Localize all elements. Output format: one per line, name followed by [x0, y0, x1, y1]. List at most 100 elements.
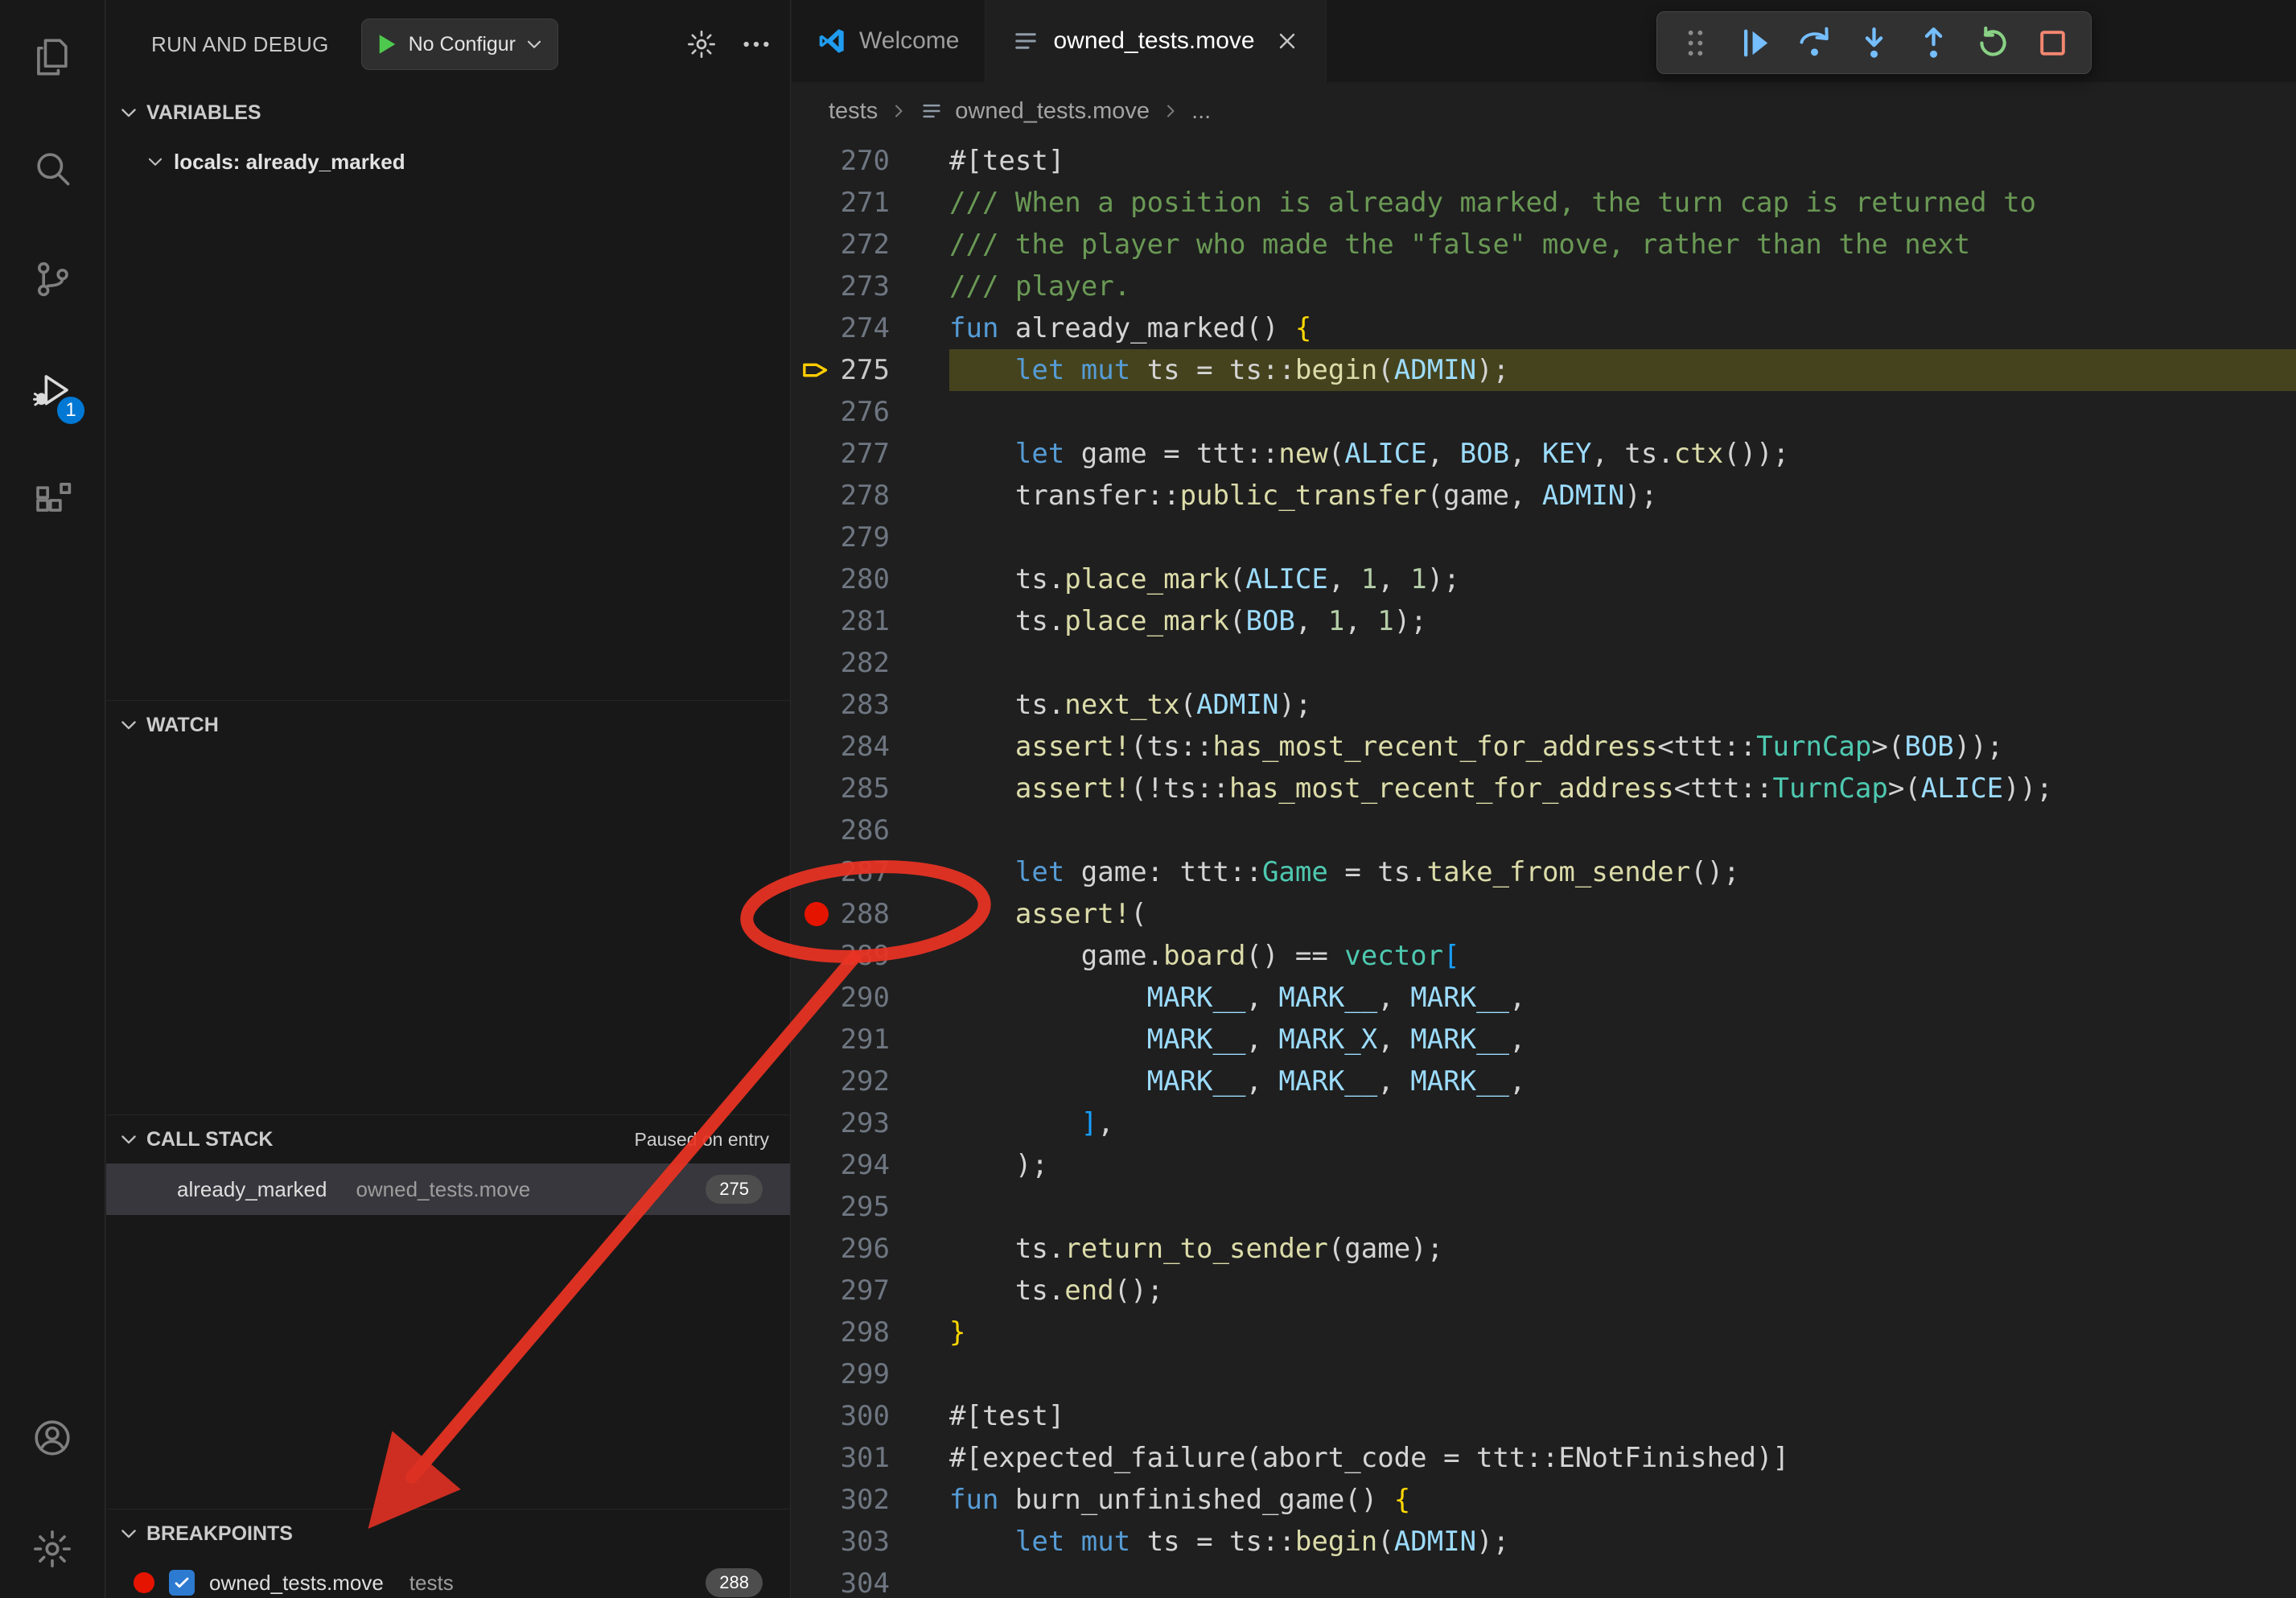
code-text[interactable]: transfer::public_transfer(game, ADMIN); [949, 475, 2296, 517]
code-text[interactable]: fun already_marked() { [949, 307, 2296, 349]
code-text[interactable] [949, 809, 2296, 851]
activity-settings[interactable] [16, 1513, 88, 1585]
gutter[interactable]: 272 [792, 224, 949, 266]
stop-button[interactable] [2034, 24, 2072, 62]
call-stack-section-header[interactable]: CALL STACK Paused on entry [106, 1115, 790, 1163]
gutter[interactable]: 277 [792, 433, 949, 475]
code-text[interactable]: /// player. [949, 266, 2296, 307]
code-text[interactable]: ts.next_tx(ADMIN); [949, 684, 2296, 726]
gutter[interactable]: 280 [792, 558, 949, 600]
step-over-button[interactable] [1796, 24, 1833, 62]
gutter[interactable]: 274 [792, 307, 949, 349]
step-into-button[interactable] [1855, 24, 1893, 62]
more-actions-icon[interactable] [740, 28, 772, 60]
gutter[interactable]: 293 [792, 1102, 949, 1144]
gutter[interactable]: 271 [792, 182, 949, 224]
gutter[interactable]: 282 [792, 642, 949, 684]
activity-explorer[interactable] [16, 21, 88, 93]
watch-section-header[interactable]: WATCH [106, 701, 790, 749]
call-stack-frame[interactable]: already_markedowned_tests.move275 [106, 1163, 790, 1215]
activity-run-and-debug[interactable]: 1 [16, 354, 88, 426]
code-text[interactable] [949, 391, 2296, 433]
gutter[interactable]: 302 [792, 1479, 949, 1521]
start-debugging-icon[interactable] [372, 30, 401, 59]
gutter[interactable]: 301 [792, 1437, 949, 1479]
gutter[interactable]: 291 [792, 1019, 949, 1061]
breakpoint-row[interactable]: owned_tests.movetests288 [106, 1558, 790, 1598]
code-text[interactable]: MARK__, MARK__, MARK__, [949, 1061, 2296, 1102]
close-icon[interactable] [1274, 28, 1300, 54]
code-text[interactable]: #[test] [949, 140, 2296, 182]
breakpoint-icon[interactable] [804, 902, 829, 926]
gutter[interactable]: 300 [792, 1395, 949, 1437]
activity-accounts[interactable] [16, 1402, 88, 1474]
code-text[interactable]: game.board() == vector[ [949, 935, 2296, 977]
breakpoints-section-header[interactable]: BREAKPOINTS [106, 1509, 790, 1558]
code-text[interactable]: assert!(!ts::has_most_recent_for_address… [949, 768, 2296, 809]
gutter[interactable]: 273 [792, 266, 949, 307]
code-text[interactable]: ], [949, 1102, 2296, 1144]
gutter[interactable]: 278 [792, 475, 949, 517]
activity-search[interactable] [16, 132, 88, 204]
gutter[interactable]: 288 [792, 893, 949, 935]
gutter[interactable]: 298 [792, 1312, 949, 1353]
code-text[interactable] [949, 642, 2296, 684]
code-text[interactable]: MARK__, MARK_X, MARK__, [949, 1019, 2296, 1061]
gutter[interactable]: 283 [792, 684, 949, 726]
code-text[interactable] [949, 1563, 2296, 1598]
gutter[interactable]: 296 [792, 1228, 949, 1270]
code-text[interactable]: ); [949, 1144, 2296, 1186]
code-text[interactable]: #[test] [949, 1395, 2296, 1437]
breadcrumb-item[interactable]: ... [1191, 98, 1211, 125]
code-text[interactable]: /// the player who made the "false" move… [949, 224, 2296, 266]
code-text[interactable]: ts.return_to_sender(game); [949, 1228, 2296, 1270]
activity-source-control[interactable] [16, 243, 88, 315]
gutter[interactable]: 286 [792, 809, 949, 851]
code-text[interactable]: MARK__, MARK__, MARK__, [949, 977, 2296, 1019]
breadcrumb-item[interactable]: owned_tests.move [955, 98, 1150, 125]
gutter[interactable]: 294 [792, 1144, 949, 1186]
gutter[interactable]: 285 [792, 768, 949, 809]
launch-config-dropdown[interactable]: No Configur [361, 19, 558, 70]
drag-handle-button[interactable] [1677, 24, 1714, 62]
breadcrumb-item[interactable]: tests [829, 98, 878, 125]
gutter[interactable]: 297 [792, 1270, 949, 1312]
restart-button[interactable] [1974, 24, 2012, 62]
code-text[interactable]: assert!( [949, 893, 2296, 935]
code-text[interactable]: assert!(ts::has_most_recent_for_address<… [949, 726, 2296, 768]
variables-section-header[interactable]: VARIABLES [106, 89, 790, 137]
gutter[interactable]: 295 [792, 1186, 949, 1228]
code-text[interactable]: ts.place_mark(ALICE, 1, 1); [949, 558, 2296, 600]
gear-icon[interactable] [685, 28, 718, 60]
gutter[interactable]: 276 [792, 391, 949, 433]
breakpoint-checkbox[interactable] [169, 1570, 195, 1596]
code-text[interactable]: #[expected_failure(abort_code = ttt::ENo… [949, 1437, 2296, 1479]
continue-button[interactable] [1736, 24, 1774, 62]
code-text[interactable]: ts.place_mark(BOB, 1, 1); [949, 600, 2296, 642]
code-text[interactable]: ts.end(); [949, 1270, 2296, 1312]
step-out-button[interactable] [1915, 24, 1952, 62]
code-text[interactable]: /// When a position is already marked, t… [949, 182, 2296, 224]
gutter[interactable]: 299 [792, 1353, 949, 1395]
gutter[interactable]: 284 [792, 726, 949, 768]
code-text[interactable]: } [949, 1312, 2296, 1353]
code-text[interactable]: let game = ttt::new(ALICE, BOB, KEY, ts.… [949, 433, 2296, 475]
gutter[interactable]: 275 [792, 349, 949, 391]
gutter[interactable]: 281 [792, 600, 949, 642]
gutter[interactable]: 290 [792, 977, 949, 1019]
code-text[interactable]: let game: ttt::Game = ts.take_from_sende… [949, 851, 2296, 893]
code-text[interactable] [949, 517, 2296, 558]
code-text[interactable]: fun burn_unfinished_game() { [949, 1479, 2296, 1521]
tab-owned-tests-move[interactable]: owned_tests.move [985, 0, 1326, 82]
code-text[interactable]: let mut ts = ts::begin(ADMIN); [949, 1521, 2296, 1563]
code-text[interactable] [949, 1353, 2296, 1395]
gutter[interactable]: 289 [792, 935, 949, 977]
gutter[interactable]: 303 [792, 1521, 949, 1563]
code-text[interactable] [949, 1186, 2296, 1228]
variables-scope-row[interactable]: locals: already_marked [106, 137, 790, 187]
code-text[interactable]: let mut ts = ts::begin(ADMIN); [949, 349, 2296, 391]
gutter[interactable]: 287 [792, 851, 949, 893]
gutter[interactable]: 304 [792, 1563, 949, 1598]
gutter[interactable]: 292 [792, 1061, 949, 1102]
gutter[interactable]: 270 [792, 140, 949, 182]
